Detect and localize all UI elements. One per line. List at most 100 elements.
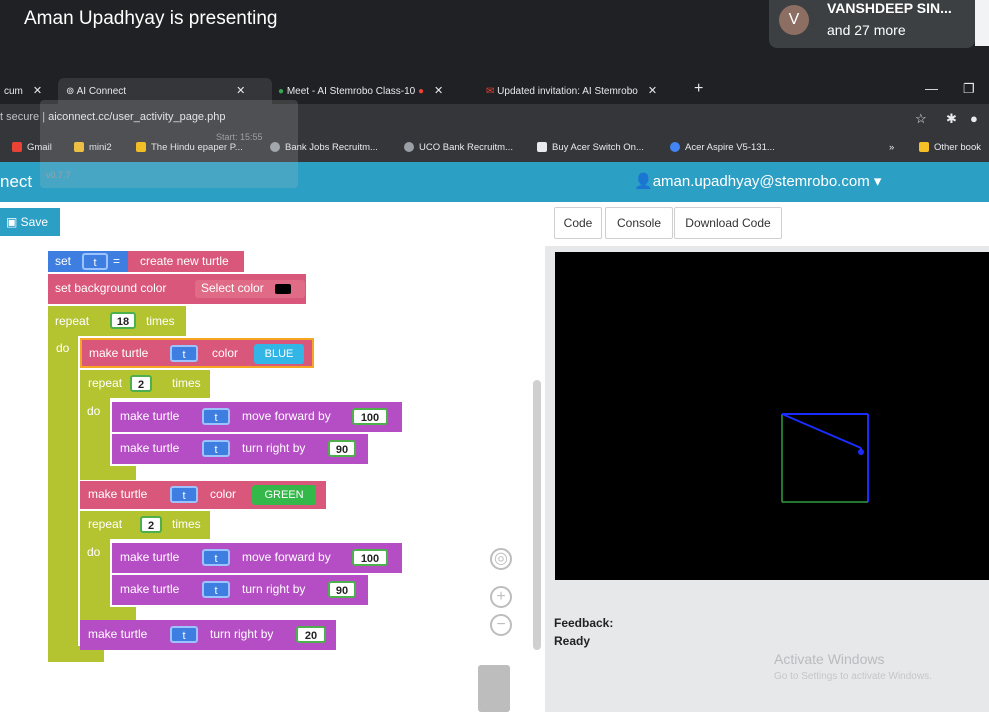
variable-dropdown[interactable]: t [202,549,230,566]
angle-input[interactable]: 90 [328,581,356,598]
turn-right-block[interactable]: make turtle t turn right by 90 [112,575,368,605]
inner-repeat-block[interactable]: repeat 2 times [80,370,210,398]
move-forward-block[interactable]: make turtle t move forward by 100 [112,543,402,573]
bookmark-acer-aspire[interactable]: Acer Aspire V5-131... [670,142,775,153]
bookmark-label: Acer Aspire V5-131... [685,142,775,153]
distance-input[interactable]: 100 [352,408,388,425]
repeat-label: repeat [55,314,90,328]
color-swatch[interactable] [275,284,291,294]
gmail-icon: ✉ [486,86,498,97]
variable-dropdown[interactable]: t [170,626,198,643]
save-icon: ▣ [6,215,21,229]
move-forward-block[interactable]: make turtle t move forward by 100 [112,402,402,432]
move-forward-label: move forward by [242,409,331,423]
close-icon[interactable]: ✕ [236,85,245,97]
recording-icon: ● [415,86,425,97]
make-turtle-label: make turtle [120,441,180,455]
caret-down-icon: ▾ [873,173,882,190]
close-icon[interactable]: ✕ [648,85,657,97]
tab-label: Updated invitation: AI Stemrobo [497,86,638,97]
code-button[interactable]: Code [554,207,602,239]
create-turtle-label: create new turtle [140,254,229,268]
distance-input[interactable]: 100 [352,549,388,566]
meet-header: Aman Upadhyay is presenting V VANSHDEEP … [0,0,989,76]
activate-windows-watermark: Activate Windows [774,651,885,667]
repeat-count[interactable]: 2 [140,516,162,533]
equals-label: = [113,254,121,268]
tab-label: Meet - AI Stemrobo Class-10 [286,86,416,97]
zoom-in-icon[interactable]: + [490,586,512,608]
app-name: nect [0,172,33,191]
download-code-button[interactable]: Download Code [674,207,782,239]
amazon-icon [537,142,547,153]
profile-icon[interactable]: ● [970,111,978,126]
trash-icon[interactable] [478,665,510,712]
angle-input[interactable]: 20 [296,626,326,643]
block-workspace[interactable]: set t = create new turtle set background… [0,246,545,712]
search-icon [670,142,680,153]
tab-label: cum [4,86,23,97]
set-background-block[interactable]: set background color Select color [48,274,306,304]
repeat-count[interactable]: 18 [110,312,136,329]
turtle-drawing [781,413,869,503]
bookmark-other[interactable]: Other book [919,142,981,153]
gmail-icon [12,142,22,153]
inner-repeat-footer [80,607,136,621]
variable-dropdown[interactable]: t [82,253,108,270]
tab-meet[interactable]: ● Meet - AI Stemrobo Class-10 ● ✕ [272,78,474,104]
turtle-color-block[interactable]: make turtle t color BLUE [80,338,314,368]
color-label: color [210,487,237,501]
bookmark-uco[interactable]: UCO Bank Recruitm... [404,142,513,153]
inner-repeat-block[interactable]: repeat 2 times [80,511,210,539]
participants-panel[interactable]: V VANSHDEEP SIN... and 27 more [769,0,975,48]
user-menu[interactable]: 👤aman.upadhyay@stemrobo.com ▾ [634,172,881,190]
overlay-version: v0.7.7 [46,170,71,180]
color-dropdown[interactable]: BLUE [254,344,304,364]
output-pane: Code Console Download Code Feedback: Rea… [545,202,989,712]
variable-dropdown[interactable]: t [202,440,230,457]
create-turtle-block[interactable]: create new turtle [128,251,244,272]
variable-dropdown[interactable]: t [202,581,230,598]
close-icon[interactable]: ✕ [33,85,42,97]
make-turtle-label: make turtle [88,487,148,501]
drawn-line [781,413,862,449]
zoom-out-icon[interactable]: − [490,614,512,636]
bookmark-label: Buy Acer Switch On... [552,142,644,153]
minimize-icon[interactable]: — [925,76,938,102]
avatar: V [779,5,809,35]
bookmark-label: Other book [934,142,981,153]
workspace-scrollbar[interactable] [533,380,541,650]
turn-right-block[interactable]: make turtle t turn right by 90 [112,434,368,464]
angle-input[interactable]: 90 [328,440,356,457]
feedback-status: Ready [554,634,591,648]
overlay-start: Start: 15:55 [216,132,263,142]
variable-dropdown[interactable]: t [170,345,198,362]
turtle-color-block[interactable]: make turtle t color GREEN [80,481,326,509]
bookmark-label: UCO Bank Recruitm... [419,142,513,153]
activate-windows-subtext: Go to Settings to activate Windows. [774,671,932,682]
extensions-icon[interactable]: ✱ [946,111,957,127]
repeat-block[interactable]: repeat 18 times [48,306,186,336]
set-variable-block[interactable]: set t = create new turtle [48,251,244,272]
times-label: times [172,517,201,531]
turn-right-block[interactable]: make turtle t turn right by 20 [80,620,336,650]
console-button[interactable]: Console [605,207,673,239]
recenter-icon[interactable]: ◎ [490,548,512,570]
participant-name: VANSHDEEP SIN... [827,0,952,16]
user-icon: 👤 [634,173,653,190]
star-icon[interactable]: ☆ [915,111,927,127]
floating-overlay: Start: 15:55 v0.7.7 [40,100,298,188]
make-turtle-label: make turtle [89,346,149,360]
save-button[interactable]: ▣ Save [0,208,60,236]
variable-dropdown[interactable]: t [202,408,230,425]
restore-icon[interactable]: ❐ [963,76,975,102]
more-bookmarks-icon[interactable]: » [889,142,894,153]
variable-dropdown[interactable]: t [170,486,198,503]
select-color-label: Select color [201,281,264,295]
close-icon[interactable]: ✕ [434,85,443,97]
bookmark-acer-switch[interactable]: Buy Acer Switch On... [537,142,644,153]
repeat-count[interactable]: 2 [130,375,152,392]
new-tab-button[interactable]: + [694,76,703,102]
color-dropdown[interactable]: GREEN [252,485,316,505]
tab-invitation[interactable]: ✉ Updated invitation: AI Stemrobo ✕ [480,78,686,104]
